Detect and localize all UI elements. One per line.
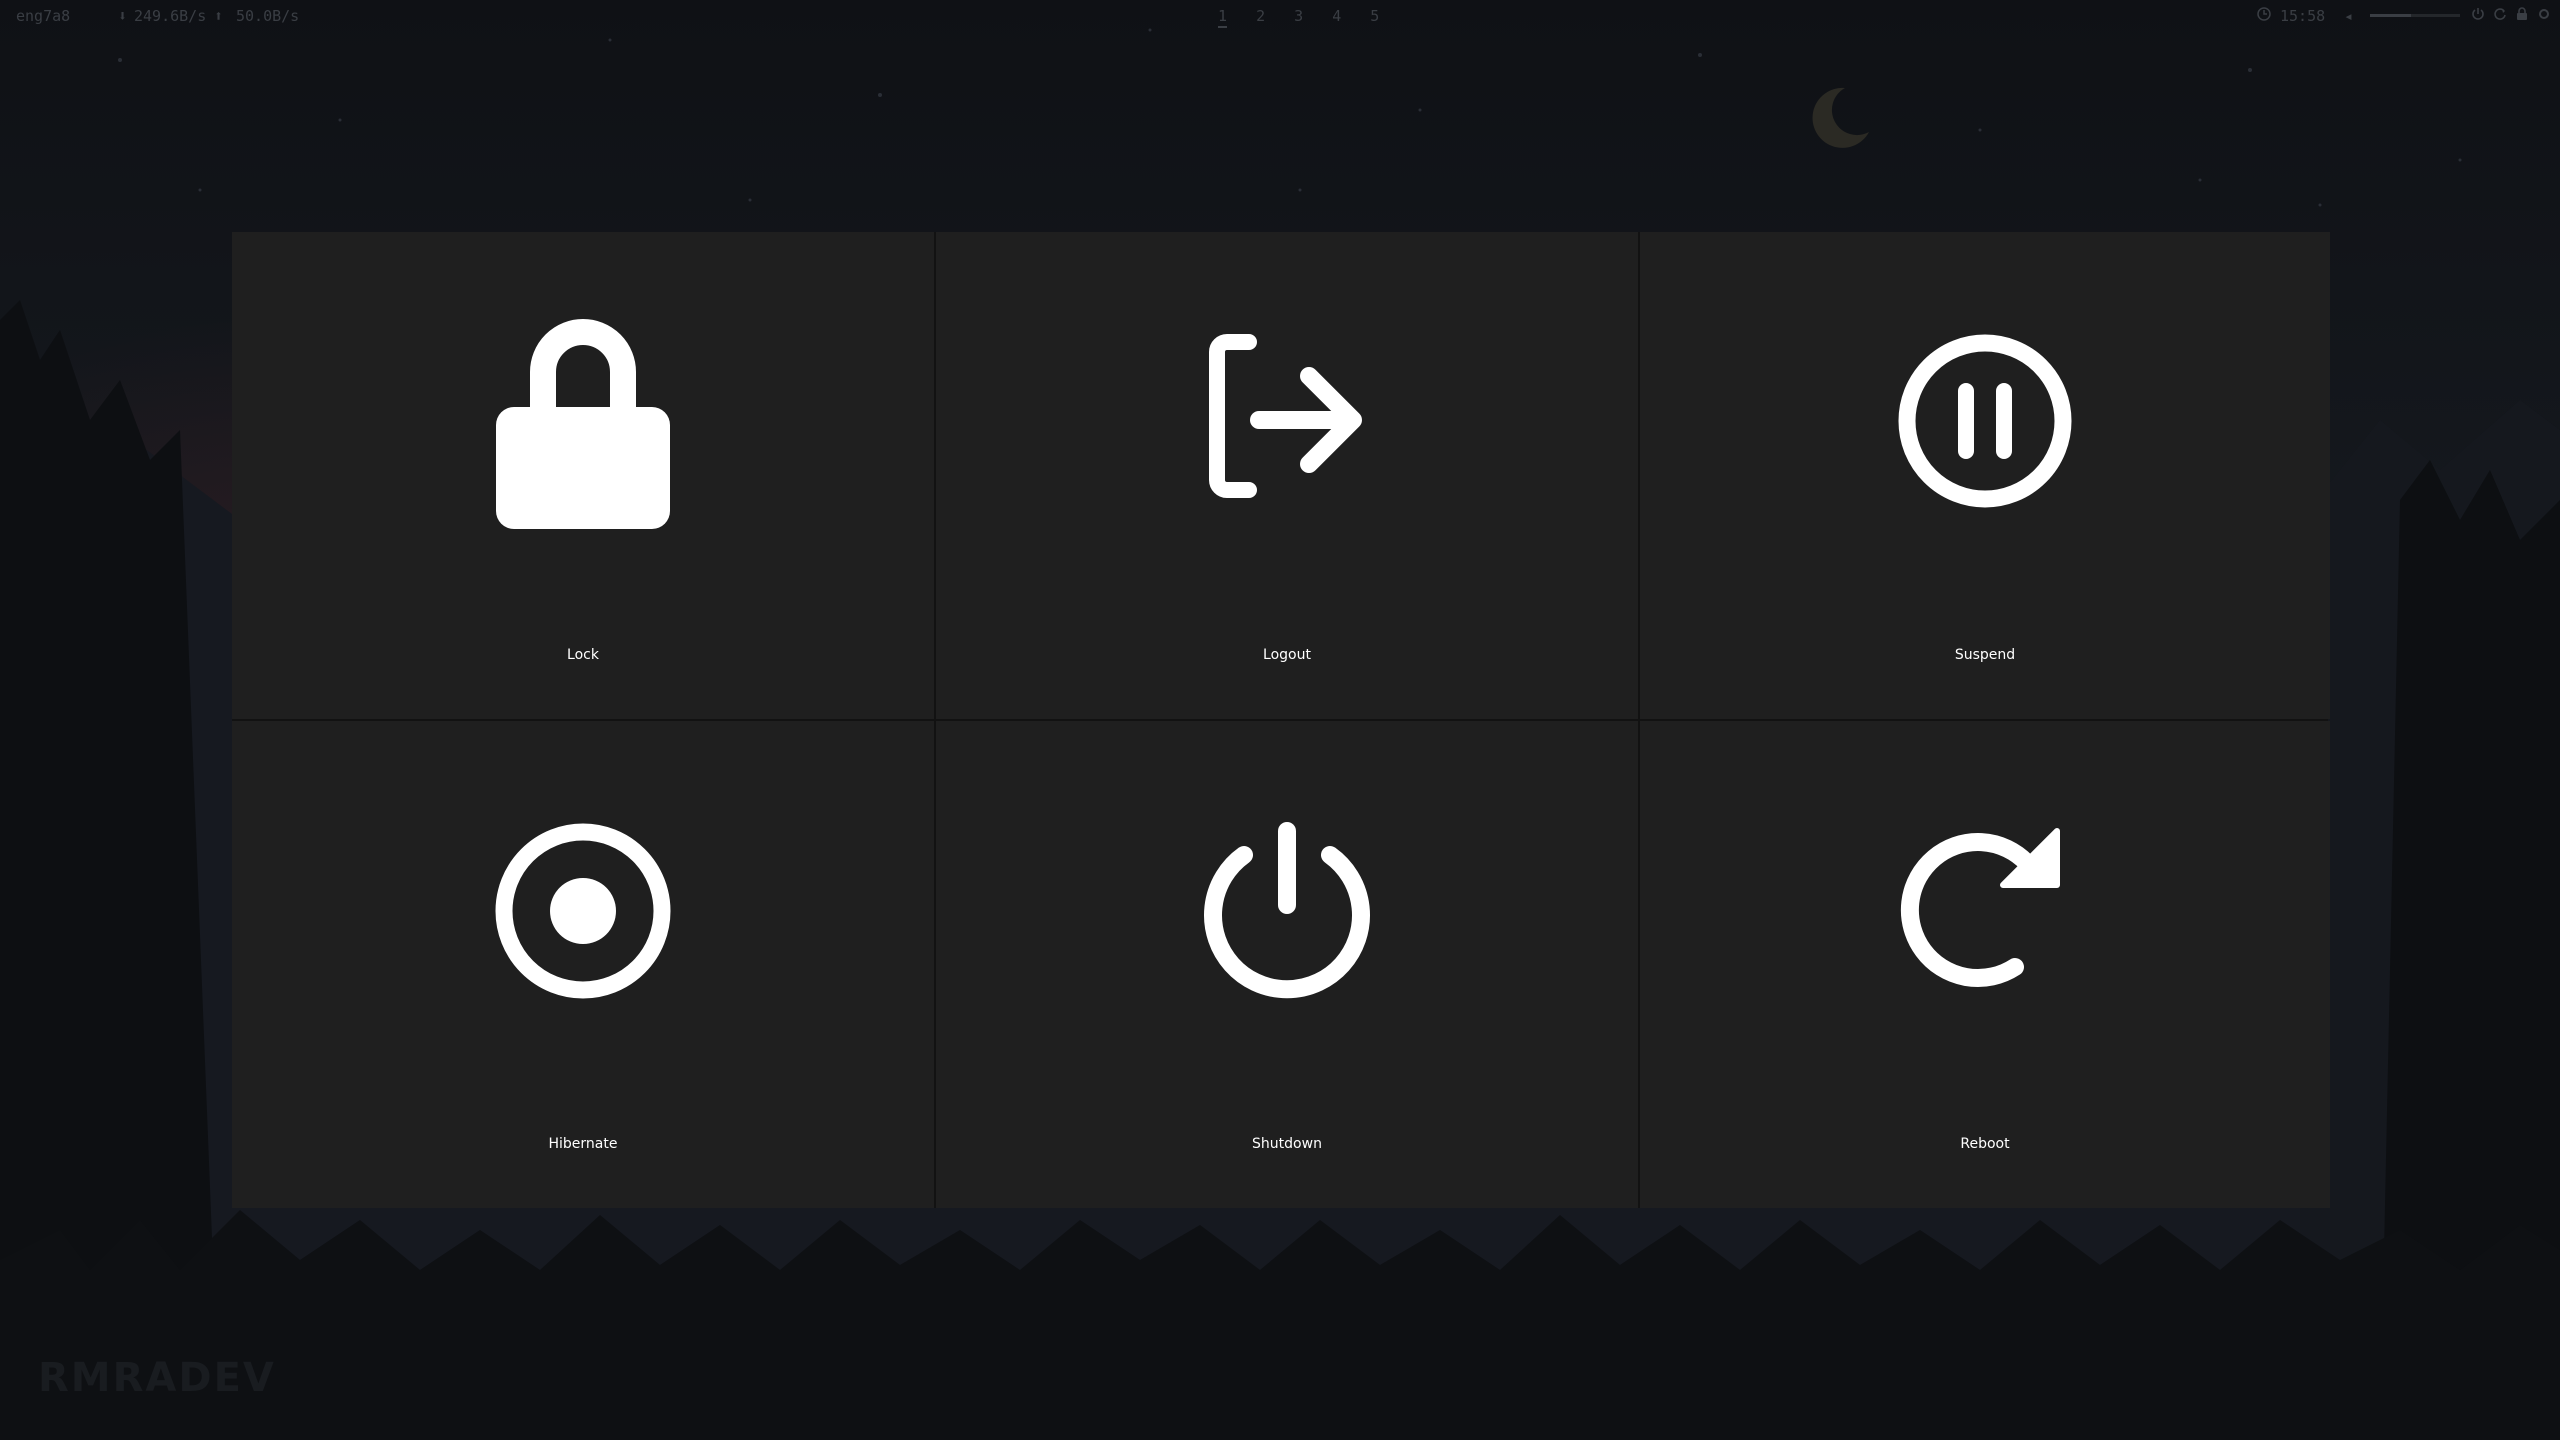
logout-button[interactable]: Logout [936,232,1638,719]
watermark-logo: RMRADEV [38,1355,276,1401]
workspace-5[interactable]: 5 [1370,7,1379,25]
reboot-label: Reboot [1960,1136,2010,1152]
refresh-icon[interactable] [2492,6,2508,22]
net-up-icon: ⬆ [214,7,224,25]
logout-label: Logout [1263,647,1311,663]
workspace-switcher: 1 2 3 4 5 [1208,7,1389,28]
lock-label: Lock [567,647,599,663]
settings-icon[interactable] [2536,6,2552,22]
logout-icon [1209,334,1362,498]
hibernate-icon [495,823,671,999]
volume-icon[interactable]: ◂ [2344,7,2353,25]
lock-button[interactable]: Lock [232,232,934,719]
power-icon[interactable] [2470,6,2486,22]
shutdown-icon [1204,822,1370,999]
workspace-3[interactable]: 3 [1294,7,1303,25]
reboot-button[interactable]: Reboot [1640,721,2330,1208]
reboot-icon [1900,828,2060,987]
lock-icon [496,319,670,529]
suspend-icon [1898,334,2072,508]
volume-level [2370,14,2411,17]
net-up-speed: 50.0B/s [236,7,300,25]
net-down-speed: 249.6B/s [134,7,207,25]
workspace-1[interactable]: 1 [1218,7,1228,28]
clock: 15:58 [2280,7,2326,25]
shutdown-button[interactable]: Shutdown [936,721,1638,1208]
workspace-4[interactable]: 4 [1332,7,1341,25]
status-bar: eng7a8 ⬇ 249.6B/s ⬆ 50.0B/s 1 2 3 4 5 15… [0,0,2560,32]
volume-slider[interactable] [2370,14,2460,17]
net-down-icon: ⬇ [118,7,128,25]
suspend-label: Suspend [1954,647,2016,663]
power-menu: Lock Logout Suspend Hibernate Shutdown R… [232,232,2330,1208]
hibernate-label: Hibernate [548,1136,618,1152]
shutdown-label: Shutdown [1252,1136,1322,1152]
clock-icon [2257,7,2271,21]
lock-icon[interactable] [2514,6,2530,22]
hibernate-button[interactable]: Hibernate [232,721,934,1208]
hostname: eng7a8 [16,7,71,25]
workspace-2[interactable]: 2 [1256,7,1265,25]
suspend-button[interactable]: Suspend [1640,232,2330,719]
